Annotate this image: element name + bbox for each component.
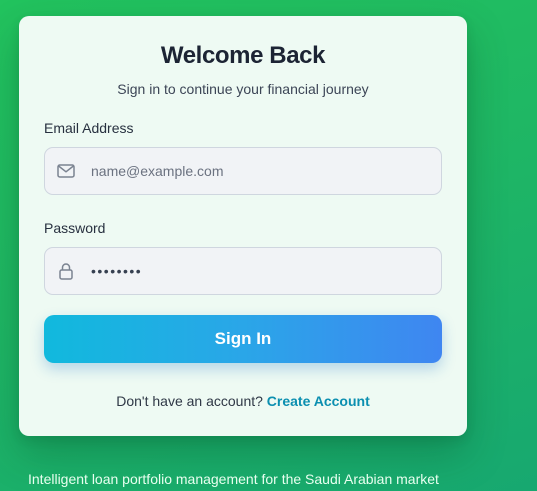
- password-label: Password: [44, 220, 106, 236]
- signup-prompt: Don't have an account? Create Account: [19, 393, 467, 409]
- email-label: Email Address: [44, 120, 134, 136]
- page-title: Welcome Back: [160, 42, 326, 69]
- no-account-text: Don't have an account?: [116, 393, 263, 409]
- mail-icon: [56, 161, 76, 181]
- create-account-link[interactable]: Create Account: [267, 393, 370, 409]
- page-subtitle: Sign in to continue your financial journ…: [117, 81, 369, 97]
- email-field[interactable]: [44, 147, 442, 195]
- login-card: Welcome Back Sign in to continue your fi…: [19, 16, 467, 436]
- sign-in-button[interactable]: Sign In: [44, 315, 442, 363]
- lock-icon: [56, 261, 76, 281]
- email-input[interactable]: [89, 162, 423, 180]
- tagline: Intelligent loan portfolio management fo…: [28, 471, 439, 487]
- password-input[interactable]: [89, 262, 423, 280]
- password-field[interactable]: [44, 247, 442, 295]
